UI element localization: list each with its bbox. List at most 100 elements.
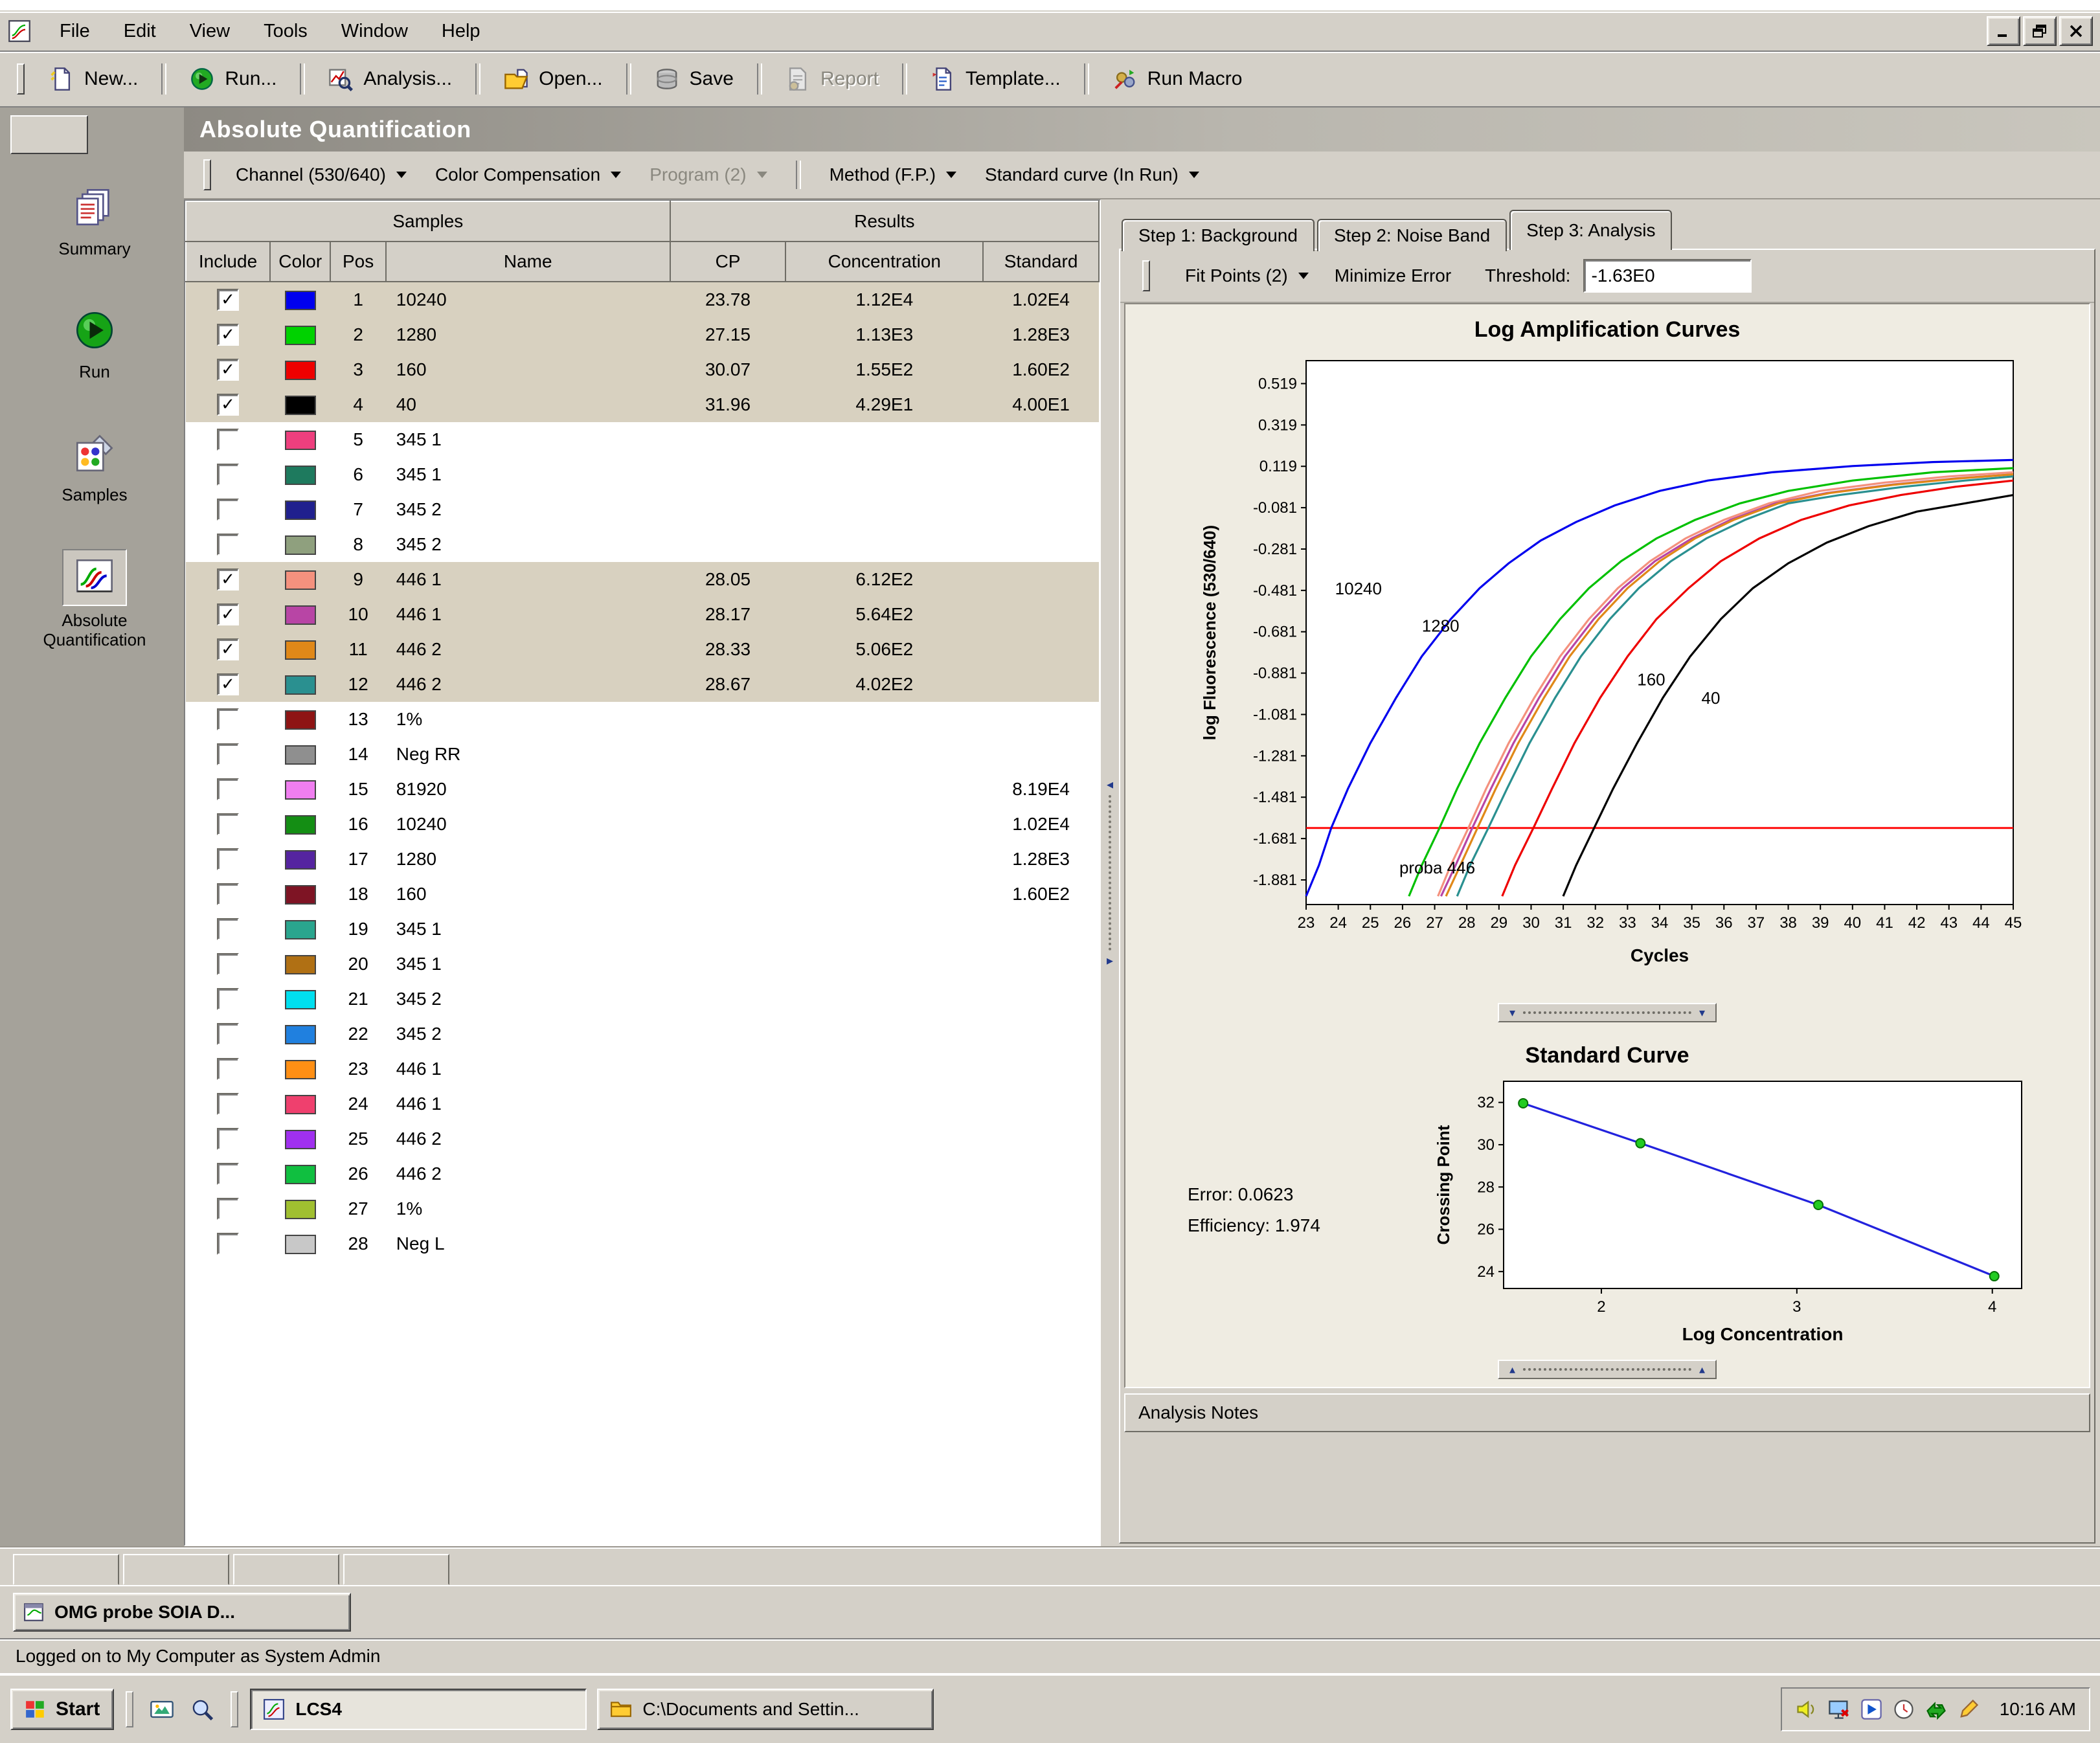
sample-row[interactable]: ✓ 4 40 31.96 4.29E1 4.00E1 [186,387,1099,422]
color-swatch[interactable] [284,1200,316,1220]
media-player-icon[interactable] [1860,1698,1883,1721]
sample-row[interactable]: 21 345 2 [186,982,1099,1017]
task-button-lcs4[interactable]: LCS4 [250,1689,587,1730]
color-swatch[interactable] [284,1060,316,1080]
channel-dropdown[interactable]: Channel (530/640) [223,158,420,192]
taskbar-grip[interactable] [231,1691,239,1727]
taskbar-grip[interactable] [126,1691,134,1727]
color-swatch[interactable] [284,291,316,311]
color-swatch[interactable] [284,326,316,346]
include-checkbox[interactable]: ✓ [217,638,239,661]
column-header-color[interactable]: Color [269,241,332,282]
include-checkbox[interactable] [217,1198,239,1220]
close-button[interactable] [2059,16,2093,46]
display-icon[interactable] [1827,1698,1851,1721]
color-swatch[interactable] [284,431,316,451]
include-checkbox[interactable] [217,1093,239,1116]
analysis-toolbar-grip[interactable] [203,159,211,190]
splitter-handle[interactable] [1109,795,1111,950]
toolbar-grip[interactable] [17,63,25,95]
collapse-down-icon[interactable]: ▾ [1509,1007,1515,1018]
collapse-right-icon[interactable]: ▸ [1107,954,1113,967]
color-swatch[interactable] [284,1130,316,1150]
include-checkbox[interactable] [217,743,239,766]
include-checkbox[interactable] [217,988,239,1011]
collapse-left-icon[interactable]: ◂ [1107,778,1113,791]
vertical-splitter[interactable]: ◂ ▸ [1101,199,1119,1546]
fit-points-dropdown[interactable]: Fit Points (2) [1172,259,1322,293]
sample-row[interactable]: ✓ 11 446 2 28.33 5.06E2 [186,632,1099,667]
sample-row[interactable]: 13 1% [186,702,1099,737]
include-checkbox[interactable]: ✓ [217,568,239,591]
sample-row[interactable]: 22 345 2 [186,1017,1099,1051]
sample-row[interactable]: 18 160 1.60E2 [186,877,1099,912]
color-swatch[interactable] [284,535,316,556]
column-header-name[interactable]: Name [385,241,671,282]
network-icon[interactable] [1925,1698,1948,1721]
color-swatch[interactable] [284,1165,316,1185]
sidebar-item-samples[interactable]: Samples [10,426,179,505]
sidebar-item-run[interactable]: Run [10,303,179,382]
minimize-error-button[interactable]: Minimize Error [1335,265,1451,286]
method-dropdown[interactable]: Method (F.P.) [817,158,969,192]
include-checkbox[interactable] [217,1128,239,1151]
toolbar-button-save[interactable]: Save [639,62,749,96]
column-header-concentration[interactable]: Concentration [785,241,984,282]
sample-row[interactable]: 16 10240 1.02E4 [186,807,1099,842]
column-header-standard[interactable]: Standard [982,241,1100,282]
include-checkbox[interactable] [217,464,239,486]
splitter-handle[interactable] [1523,1011,1691,1014]
sample-row[interactable]: 23 446 1 [186,1051,1099,1086]
color-swatch[interactable] [284,955,316,975]
include-checkbox[interactable]: ✓ [217,603,239,626]
include-checkbox[interactable] [217,499,239,521]
color-swatch[interactable] [284,990,316,1010]
color-swatch[interactable] [284,361,316,381]
include-checkbox[interactable] [217,1058,239,1081]
toolbar-button-open[interactable]: Open... [488,62,618,96]
color-swatch[interactable] [284,570,316,590]
include-checkbox[interactable]: ✓ [217,289,239,311]
color-swatch[interactable] [284,920,316,940]
color-swatch[interactable] [284,850,316,870]
sample-row[interactable]: ✓ 2 1280 27.15 1.13E3 1.28E3 [186,317,1099,352]
color-swatch[interactable] [284,1235,316,1255]
analysis-notes-bar[interactable]: Analysis Notes [1124,1393,2090,1432]
collapse-down-icon[interactable]: ▾ [1699,1007,1705,1018]
menu-edit[interactable]: Edit [108,16,172,47]
collapse-up-icon[interactable]: ▴ [1509,1364,1515,1375]
color-swatch[interactable] [284,605,316,625]
task-button-c-documents-and-settin[interactable]: C:\Documents and Settin... [597,1689,934,1730]
fit-toolbar-grip[interactable] [1142,260,1150,291]
include-checkbox[interactable] [217,953,239,976]
include-checkbox[interactable] [217,1233,239,1255]
color-compensation-dropdown[interactable]: Color Compensation [422,158,634,192]
tab-step-3-analysis[interactable]: Step 3: Analysis [1509,210,1673,250]
app-icon[interactable] [8,19,31,43]
color-swatch[interactable] [284,745,316,765]
include-checkbox[interactable] [217,1023,239,1046]
toolbar-button-run[interactable]: Run... [174,62,292,96]
pen-icon[interactable] [1957,1698,1980,1721]
include-checkbox[interactable] [217,813,239,836]
collapse-up-icon[interactable]: ▴ [1699,1364,1705,1375]
chart-splitter-bottom[interactable]: ▴ ▴ [1497,1360,1717,1379]
color-swatch[interactable] [284,500,316,521]
chart-splitter-top[interactable]: ▾ ▾ [1497,1003,1717,1022]
toolbar-button-report[interactable]: Report [770,62,894,96]
sample-row[interactable]: ✓ 12 446 2 28.67 4.02E2 [186,667,1099,702]
include-checkbox[interactable] [217,918,239,941]
include-checkbox[interactable]: ✓ [217,673,239,696]
include-checkbox[interactable] [217,848,239,871]
volume-icon[interactable] [1795,1698,1818,1721]
sample-row[interactable]: 20 345 1 [186,947,1099,982]
minimize-button[interactable] [1987,16,2020,46]
include-checkbox[interactable] [217,708,239,731]
restore-button[interactable] [2023,16,2057,46]
include-checkbox[interactable] [217,534,239,556]
start-button[interactable]: Start [10,1689,115,1730]
menu-file[interactable]: File [44,16,106,47]
color-swatch[interactable] [284,1095,316,1115]
sample-row[interactable]: 17 1280 1.28E3 [186,842,1099,877]
color-swatch[interactable] [284,710,316,730]
